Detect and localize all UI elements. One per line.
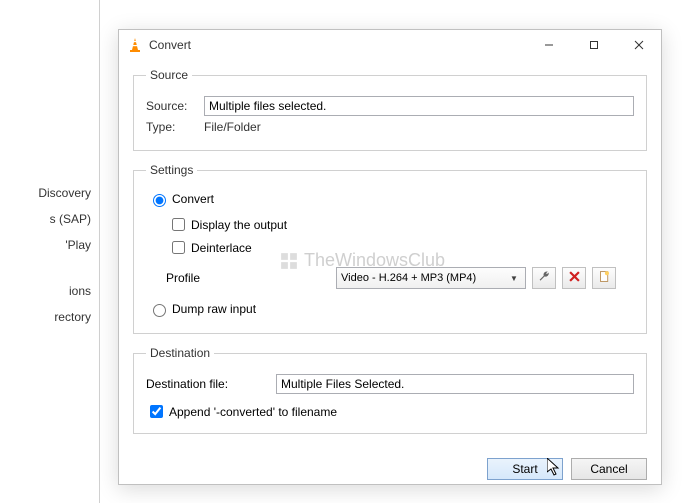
sidebar-item[interactable]: s (SAP) <box>0 206 99 232</box>
settings-group: Settings Convert Display the output Dein… <box>133 163 647 334</box>
wrench-icon <box>538 270 551 286</box>
destination-legend: Destination <box>146 346 214 360</box>
edit-profile-button[interactable] <box>532 267 556 289</box>
settings-legend: Settings <box>146 163 197 177</box>
sidebar-item[interactable]: rectory <box>0 304 99 330</box>
delete-profile-button[interactable] <box>562 267 586 289</box>
deinterlace-input[interactable] <box>172 241 185 254</box>
source-legend: Source <box>146 68 192 82</box>
vlc-cone-icon <box>127 37 143 53</box>
destination-file-label: Destination file: <box>146 377 276 391</box>
destination-file-input[interactable] <box>276 374 634 394</box>
convert-radio-label: Convert <box>172 192 214 206</box>
display-output-label: Display the output <box>191 218 287 232</box>
source-input[interactable] <box>204 96 634 116</box>
profile-value: Video - H.264 + MP3 (MP4) <box>341 272 507 284</box>
titlebar: Convert <box>119 30 661 60</box>
new-document-icon <box>598 270 611 286</box>
convert-dialog: Convert Source Source: Type: File/Folder… <box>118 29 662 485</box>
display-output-input[interactable] <box>172 218 185 231</box>
profile-select[interactable]: Video - H.264 + MP3 (MP4) ▼ <box>336 267 526 289</box>
dump-radio-input[interactable] <box>153 304 166 317</box>
convert-radio-input[interactable] <box>153 194 166 207</box>
append-input[interactable] <box>150 405 163 418</box>
dump-radio-label: Dump raw input <box>172 302 256 316</box>
dump-radio[interactable]: Dump raw input <box>148 301 634 317</box>
maximize-button[interactable] <box>571 30 616 60</box>
close-button[interactable] <box>616 30 661 60</box>
start-button[interactable]: Start <box>487 458 563 480</box>
background-sidebar: Discovery s (SAP) 'Play ions rectory <box>0 0 100 503</box>
deinterlace-label: Deinterlace <box>191 241 252 255</box>
append-label: Append '-converted' to filename <box>169 405 337 419</box>
profile-label: Profile <box>166 271 336 285</box>
deinterlace-checkbox[interactable]: Deinterlace <box>168 238 634 257</box>
button-bar: Start Cancel <box>119 452 661 490</box>
sidebar-item[interactable]: ions <box>0 278 99 304</box>
sidebar-item[interactable]: 'Play <box>0 232 99 258</box>
type-value: File/Folder <box>204 120 261 134</box>
source-label: Source: <box>146 99 204 113</box>
new-profile-button[interactable] <box>592 267 616 289</box>
type-label: Type: <box>146 120 204 134</box>
display-output-checkbox[interactable]: Display the output <box>168 215 634 234</box>
cancel-button[interactable]: Cancel <box>571 458 647 480</box>
append-checkbox[interactable]: Append '-converted' to filename <box>146 402 634 421</box>
x-icon <box>569 271 580 285</box>
sidebar-item[interactable]: Discovery <box>0 180 99 206</box>
chevron-down-icon: ▼ <box>507 274 521 283</box>
convert-radio[interactable]: Convert <box>148 191 634 207</box>
minimize-button[interactable] <box>526 30 571 60</box>
source-group: Source Source: Type: File/Folder <box>133 68 647 151</box>
window-title: Convert <box>149 38 526 52</box>
destination-group: Destination Destination file: Append '-c… <box>133 346 647 434</box>
